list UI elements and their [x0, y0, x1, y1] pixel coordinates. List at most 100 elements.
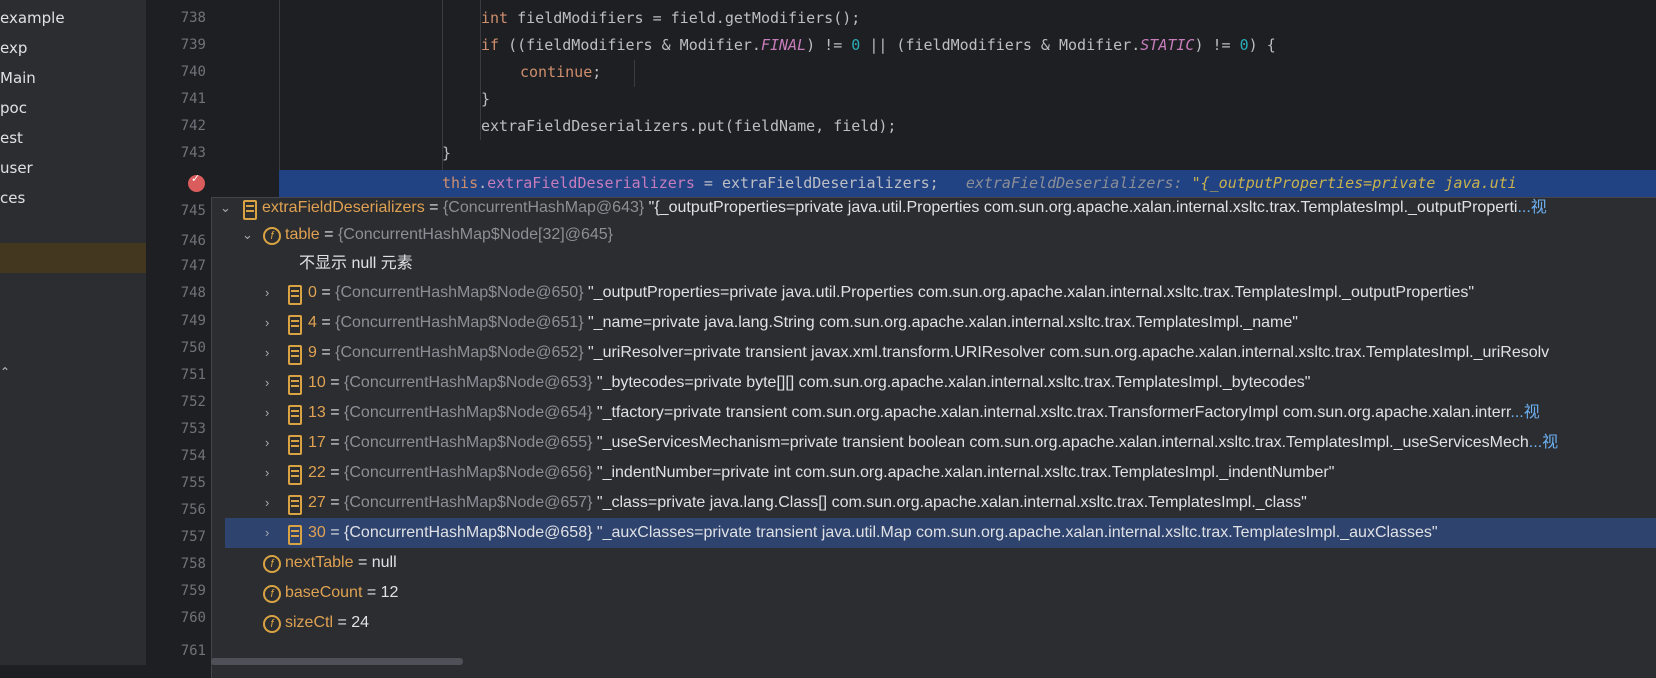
object-ref: {ConcurrentHashMap$Node@658}: [344, 524, 593, 541]
line-number: 758: [180, 556, 206, 572]
table-entry[interactable]: › 0 = {ConcurrentHashMap$Node@650} "_out…: [212, 278, 1656, 308]
tree-node-field[interactable]: f baseCount = 12: [212, 578, 1656, 608]
object-ref: {ConcurrentHashMap$Node@652}: [335, 344, 584, 361]
equals-sign: =: [325, 524, 345, 541]
table-entry[interactable]: › 17 = {ConcurrentHashMap$Node@655} "_us…: [212, 428, 1656, 458]
array-icon: [288, 465, 302, 485]
debug-value-popup[interactable]: ⌄ extraFieldDeserializers = {ConcurrentH…: [211, 197, 1656, 678]
line-number: 750: [180, 340, 206, 356]
inline-value-hint-label: extraFieldDeserializers:: [965, 174, 1192, 192]
chevron-right-icon[interactable]: ›: [265, 398, 269, 428]
tree-node-field[interactable]: f sizeCtl = 24: [212, 608, 1656, 638]
line-number: 746: [180, 233, 206, 249]
line-number: 752: [180, 394, 206, 410]
tree-null-elements-note: 不显示 null 元素: [212, 249, 1656, 279]
line-number: 759: [180, 583, 206, 599]
chevron-right-icon[interactable]: ›: [265, 338, 269, 368]
array-icon: [288, 435, 302, 455]
tree-item-exp[interactable]: exp: [0, 33, 27, 63]
table-entry[interactable]: › 10 = {ConcurrentHashMap$Node@653} "_by…: [212, 368, 1656, 398]
tree-item-est[interactable]: est: [0, 123, 23, 153]
code-line-741[interactable]: }: [481, 86, 490, 113]
tree-item-user[interactable]: user: [0, 153, 33, 183]
entry-value: "_outputProperties=private java.util.Pro…: [583, 284, 1475, 301]
chevron-down-icon[interactable]: ⌄: [242, 220, 253, 250]
array-icon: [243, 200, 257, 220]
code-line-744[interactable]: this.extraFieldDeserializers = extraFiel…: [442, 170, 1517, 197]
view-more-link[interactable]: ...视: [1510, 404, 1539, 421]
array-icon: [288, 345, 302, 365]
tree-item-ces[interactable]: ces: [0, 183, 25, 213]
variable-value: = null: [353, 554, 397, 571]
code-text: ) !=: [1194, 36, 1240, 54]
field-icon: f: [263, 615, 281, 633]
object-ref: {ConcurrentHashMap$Node@654}: [344, 404, 593, 421]
chevron-right-icon[interactable]: ›: [265, 458, 269, 488]
table-entry[interactable]: › 27 = {ConcurrentHashMap$Node@657} "_cl…: [212, 488, 1656, 518]
tree-item-main[interactable]: Main: [0, 63, 36, 93]
tree-selected-row[interactable]: [0, 243, 146, 273]
table-entry[interactable]: › 13 = {ConcurrentHashMap$Node@654} "_tf…: [212, 398, 1656, 428]
tree-item-example[interactable]: example: [0, 3, 65, 33]
equals-sign: =: [325, 374, 345, 391]
variable-name: sizeCtl: [285, 614, 334, 631]
equals-sign: =: [325, 434, 345, 451]
variable-value: = 24: [333, 614, 370, 631]
tree-node-field[interactable]: f nextTable = null: [212, 548, 1656, 578]
line-number: 761: [180, 643, 206, 659]
line-number: 742: [180, 118, 206, 134]
code-line-740[interactable]: continue;: [520, 59, 601, 86]
entry-value: "_class=private java.lang.Class[] com.su…: [592, 494, 1307, 511]
code-line-739[interactable]: if ((fieldModifiers & Modifier.FINAL) !=…: [481, 32, 1276, 59]
entry-value: "_useServicesMechanism=private transient…: [592, 434, 1529, 451]
breakpoint-icon[interactable]: ✓: [188, 172, 205, 192]
object-ref: {ConcurrentHashMap$Node@655}: [344, 434, 593, 451]
field-icon: f: [263, 585, 281, 603]
variable-value: = 12: [362, 584, 399, 601]
chevron-right-icon[interactable]: ›: [265, 278, 269, 308]
chevron-right-icon[interactable]: ›: [265, 488, 269, 518]
entry-index: 30: [308, 524, 326, 541]
array-icon: [288, 375, 302, 395]
code-field: extraFieldDeserializers: [487, 174, 695, 192]
line-number: 753: [180, 421, 206, 437]
chevron-right-icon[interactable]: ›: [265, 368, 269, 398]
tree-item-poc[interactable]: poc: [0, 93, 27, 123]
code-constant: FINAL: [760, 36, 807, 54]
horizontal-scrollbar[interactable]: [211, 658, 463, 665]
line-number: 745: [180, 203, 206, 219]
view-more-link[interactable]: ...视: [1529, 434, 1558, 451]
array-icon: [288, 315, 302, 335]
entry-index: 10: [308, 374, 326, 391]
line-number: 757: [180, 529, 206, 545]
equals-sign: =: [424, 199, 443, 216]
table-entry-selected[interactable]: › 30 = {ConcurrentHashMap$Node@658} "_au…: [225, 518, 1656, 548]
entry-value: "_tfactory=private transient com.sun.org…: [592, 404, 1511, 421]
code-keyword: this: [442, 174, 479, 192]
code-line-743[interactable]: }: [442, 140, 451, 167]
tree-node-table[interactable]: ⌄ f table = {ConcurrentHashMap$Node[32]@…: [212, 220, 1656, 250]
table-entry[interactable]: › 22 = {ConcurrentHashMap$Node@656} "_in…: [212, 458, 1656, 488]
chevron-right-icon[interactable]: ›: [265, 518, 269, 548]
entry-index: 0: [308, 284, 317, 301]
inline-value-hint: "{_outputProperties=private java.uti: [1191, 174, 1517, 192]
table-entry[interactable]: › 9 = {ConcurrentHashMap$Node@652} "_uri…: [212, 338, 1656, 368]
project-tree-panel: example exp Main poc est user ces ⌃: [0, 0, 147, 665]
code-line-738[interactable]: int fieldModifiers = field.getModifiers(…: [481, 5, 860, 32]
equals-sign: =: [316, 344, 336, 361]
code-text: ((fieldModifiers & Modifier.: [499, 36, 761, 54]
field-icon: f: [263, 227, 281, 245]
chevron-right-icon[interactable]: ›: [265, 428, 269, 458]
chevron-right-icon[interactable]: ›: [265, 308, 269, 338]
entry-index: 9: [308, 344, 317, 361]
tree-expand-caret-icon[interactable]: ⌃: [0, 365, 10, 379]
code-line-742[interactable]: extraFieldDeserializers.put(fieldName, f…: [481, 113, 896, 140]
table-entry[interactable]: › 4 = {ConcurrentHashMap$Node@651} "_nam…: [212, 308, 1656, 338]
code-number: 0: [851, 36, 861, 54]
object-ref: {ConcurrentHashMap$Node@651}: [335, 314, 584, 331]
object-ref: {ConcurrentHashMap$Node[32]@645}: [337, 226, 614, 243]
view-more-link[interactable]: ...视: [1517, 199, 1546, 216]
code-text: ;: [592, 63, 602, 81]
line-number-gutter[interactable]: 738 739 740 741 742 743 ✓ 745 746 747 74…: [146, 0, 216, 665]
line-number: 760: [180, 610, 206, 626]
